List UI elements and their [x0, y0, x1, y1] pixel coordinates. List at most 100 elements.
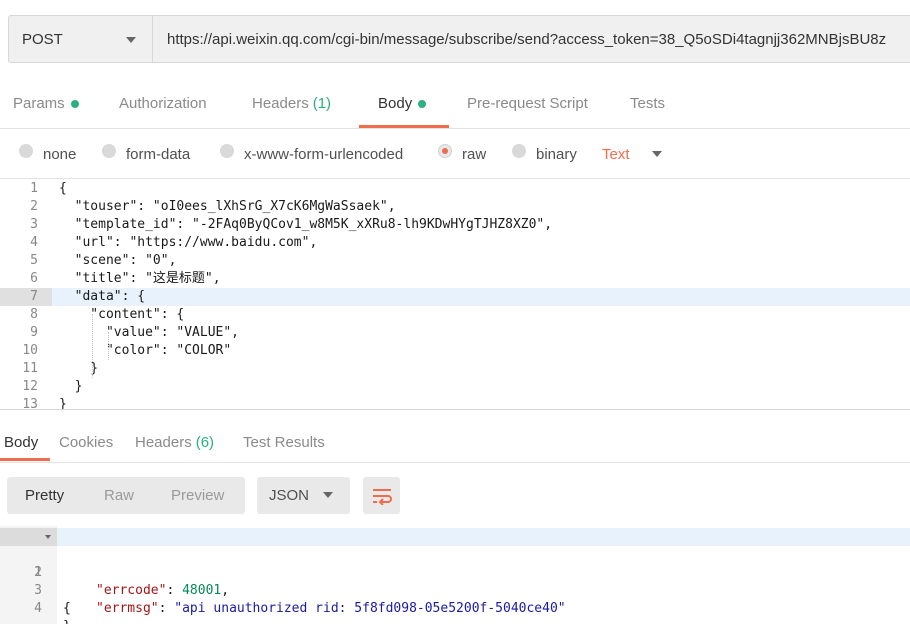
- body-type-selector: none form-data x-www-form-urlencoded raw…: [0, 129, 910, 179]
- radio-raw[interactable]: raw: [438, 129, 486, 179]
- view-label: Raw: [104, 487, 135, 504]
- response-tabs: Body Cookies Headers (6) Test Results: [0, 422, 910, 463]
- code-text: "url": "https://www.baidu.com",: [59, 235, 318, 250]
- line-number: 11: [22, 361, 38, 376]
- tab-tests[interactable]: Tests: [630, 78, 665, 129]
- response-tab-label: Headers: [135, 434, 192, 451]
- response-body-viewer[interactable]: 1 { 2 "errcode": 48001, 3 "errmsg": "api…: [0, 526, 910, 624]
- code-text: "template_id": "-2FAq0ByQCov1_w8M5K_xXRu…: [59, 217, 553, 232]
- raw-format-select[interactable]: Text: [602, 129, 662, 179]
- radio-circle-icon: [512, 144, 526, 158]
- code-text: "data": {: [59, 289, 146, 304]
- code-line: 13}: [0, 396, 910, 410]
- code-line: 4 "url": "https://www.baidu.com",: [0, 234, 910, 252]
- radio-circle-icon: [19, 144, 33, 158]
- method-label: POST: [22, 30, 63, 48]
- radio-label: binary: [536, 145, 577, 163]
- line-number: 12: [22, 379, 38, 394]
- url-text: https://api.weixin.qq.com/cgi-bin/messag…: [167, 30, 887, 48]
- view-label: Preview: [171, 487, 225, 504]
- response-headers-count: (6): [195, 434, 215, 451]
- radio-x-www-form-urlencoded[interactable]: x-www-form-urlencoded: [220, 129, 403, 179]
- code-line: 11 }: [0, 360, 910, 378]
- response-tab-label: Body: [4, 434, 39, 451]
- radio-none[interactable]: none: [19, 129, 76, 179]
- response-tab-test-results[interactable]: Test Results: [243, 422, 325, 463]
- response-tab-cookies[interactable]: Cookies: [59, 422, 113, 463]
- line-number: 2: [30, 199, 38, 214]
- code-text: "content": {: [59, 307, 185, 322]
- response-format-select[interactable]: JSON: [257, 477, 350, 514]
- tab-params-label: Params: [13, 95, 65, 112]
- radio-label: none: [43, 145, 77, 163]
- line-number: 7: [30, 289, 38, 304]
- response-line: 4 }: [0, 582, 910, 624]
- response-tab-label: Cookies: [59, 434, 114, 451]
- status-dot-icon: [418, 99, 427, 108]
- line-number: 1: [30, 181, 38, 196]
- line-number: 13: [22, 397, 38, 410]
- chevron-down-icon: [323, 492, 333, 498]
- line-number: 4: [30, 235, 38, 250]
- request-body-editor[interactable]: 1{ 2 "touser": "oI0ees_lXhSrG_X7cK6MgWaS…: [0, 180, 910, 410]
- code-text: "color": "COLOR": [59, 343, 232, 358]
- line-number: 4: [34, 601, 42, 616]
- indent-guide: [108, 332, 109, 360]
- radio-form-data[interactable]: form-data: [102, 129, 190, 179]
- fold-arrow-icon[interactable]: [45, 535, 51, 539]
- radio-label: raw: [462, 145, 487, 163]
- json-string: "api unauthorized rid: 5f8fd098-05e5200f…: [174, 601, 566, 616]
- tab-authorization[interactable]: Authorization: [119, 78, 207, 129]
- radio-label: form-data: [126, 145, 191, 163]
- indent-guide: [92, 314, 93, 378]
- code-text: "errmsg": "api unauthorized rid: 5f8fd09…: [96, 601, 566, 616]
- code-line: 5 "scene": "0",: [0, 252, 910, 270]
- view-pretty-button[interactable]: Pretty: [25, 477, 64, 514]
- code-text: "value": "VALUE",: [59, 325, 240, 340]
- line-number: 8: [30, 307, 38, 322]
- request-bar: POST https://api.weixin.qq.com/cgi-bin/m…: [0, 0, 910, 78]
- response-tab-label: Test Results: [243, 434, 325, 451]
- line-number: 9: [30, 325, 38, 340]
- active-tab-underline: [359, 125, 449, 128]
- response-format-label: JSON: [269, 487, 310, 504]
- code-line: 1{: [0, 180, 910, 198]
- tab-params[interactable]: Params: [13, 78, 79, 129]
- response-view-toggle: Pretty Raw Preview: [7, 477, 245, 514]
- line-number: 10: [22, 343, 38, 358]
- json-key: "errmsg": [96, 601, 159, 616]
- tab-tests-label: Tests: [630, 95, 666, 112]
- tab-body-label: Body: [378, 95, 413, 112]
- radio-label: x-www-form-urlencoded: [244, 145, 404, 163]
- wrap-lines-button[interactable]: [363, 477, 400, 514]
- code-line: 10 "color": "COLOR": [0, 342, 910, 360]
- request-tabs: Params Authorization Headers (1) Body Pr…: [0, 78, 910, 129]
- line-number: 5: [30, 253, 38, 268]
- raw-format-label: Text: [602, 145, 630, 163]
- code-text: }: [59, 379, 83, 394]
- code-line: 6 "title": "这是标题",: [0, 270, 910, 288]
- url-input[interactable]: https://api.weixin.qq.com/cgi-bin/messag…: [152, 15, 910, 63]
- method-select[interactable]: POST: [8, 15, 152, 63]
- view-label: Pretty: [25, 487, 65, 504]
- response-tab-headers[interactable]: Headers (6): [135, 422, 214, 463]
- response-tab-body[interactable]: Body: [4, 422, 38, 463]
- view-preview-button[interactable]: Preview: [171, 477, 224, 514]
- tab-pre-request-script[interactable]: Pre-request Script: [467, 78, 588, 129]
- view-raw-button[interactable]: Raw: [104, 477, 134, 514]
- code-text: "touser": "oI0ees_lXhSrG_X7cK6MgWaSsaek"…: [59, 199, 396, 214]
- code-line: 8 "content": {: [0, 306, 910, 324]
- tab-headers[interactable]: Headers (1): [252, 78, 331, 129]
- tab-headers-label: Headers: [252, 95, 309, 112]
- code-line: 12 }: [0, 378, 910, 396]
- code-line-active: 7 "data": {: [0, 288, 910, 306]
- active-response-tab-underline: [0, 458, 50, 461]
- code-text: }: [63, 618, 71, 624]
- code-text: "scene": "0",: [59, 253, 177, 268]
- chevron-down-icon: [126, 37, 136, 43]
- radio-binary[interactable]: binary: [512, 129, 577, 179]
- code-text: "title": "这是标题",: [59, 271, 221, 286]
- radio-selected-icon: [438, 144, 452, 158]
- tab-body[interactable]: Body: [378, 78, 427, 129]
- response-line-active: 1 {: [0, 528, 910, 616]
